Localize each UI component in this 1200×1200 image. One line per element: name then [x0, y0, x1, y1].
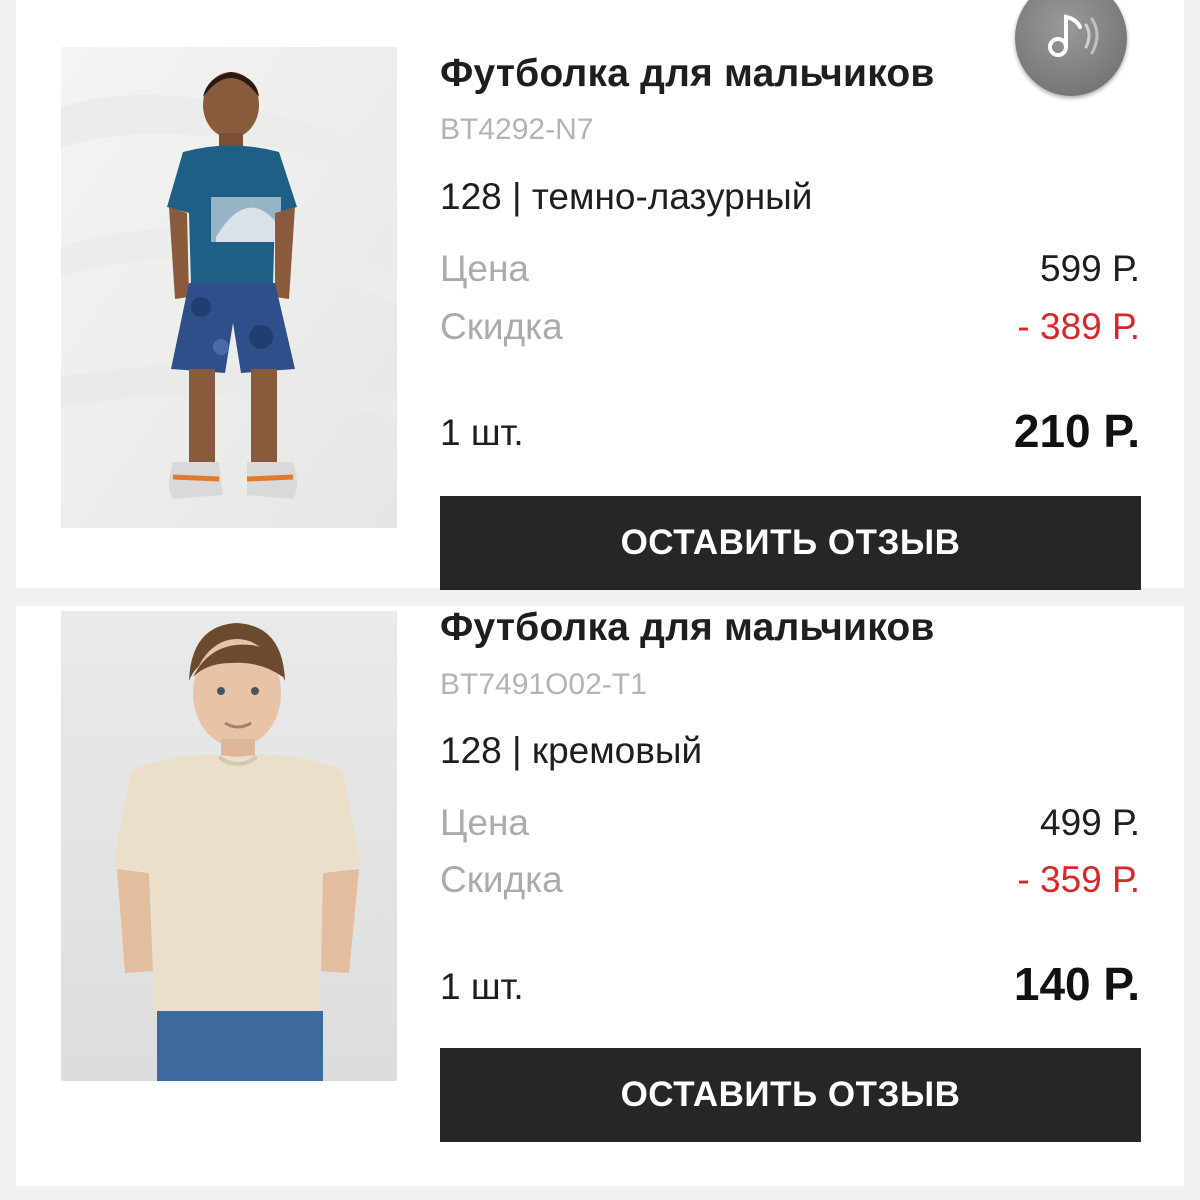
price-value: 599 Р. [1040, 248, 1140, 289]
product-sku: BT7491O02-T1 [440, 668, 647, 701]
leave-review-button[interactable]: ОСТАВИТЬ ОТЗЫВ [440, 496, 1141, 590]
product-photo[interactable] [61, 47, 397, 528]
product-sku: BT4292-N7 [440, 113, 594, 146]
order-item-card: Футболка для мальчиков BT7491O02-T1 128 … [16, 606, 1184, 1186]
discount-row: Скидка - 359 Р. [440, 859, 1140, 909]
order-item-card: Футболка для мальчиков BT4292-N7 128 | т… [16, 0, 1184, 590]
discount-value: - 389 Р. [1017, 306, 1140, 347]
total-price: 210 Р. [1013, 405, 1140, 457]
product-photo[interactable] [61, 611, 397, 1081]
product-title[interactable]: Футболка для мальчиков [440, 52, 935, 96]
quantity: 1 шт. [440, 966, 524, 1007]
product-variant: 128 | темно-лазурный [440, 176, 813, 217]
product-variant: 128 | кремовый [440, 730, 703, 771]
price-row: Цена 599 Р. [440, 248, 1140, 298]
discount-label: Скидка [440, 859, 563, 900]
product-title[interactable]: Футболка для мальчиков [440, 606, 935, 650]
discount-label: Скидка [440, 306, 563, 347]
discount-value: - 359 Р. [1017, 859, 1140, 900]
price-label: Цена [440, 248, 529, 289]
price-value: 499 Р. [1040, 802, 1140, 843]
price-label: Цена [440, 802, 529, 843]
discount-row: Скидка - 389 Р. [440, 306, 1140, 356]
music-note-sound-icon [1048, 14, 1099, 57]
total-price: 140 Р. [1013, 958, 1140, 1010]
price-row: Цена 499 Р. [440, 802, 1140, 852]
leave-review-button[interactable]: ОСТАВИТЬ ОТЗЫВ [440, 1048, 1141, 1142]
quantity: 1 шт. [440, 412, 524, 453]
